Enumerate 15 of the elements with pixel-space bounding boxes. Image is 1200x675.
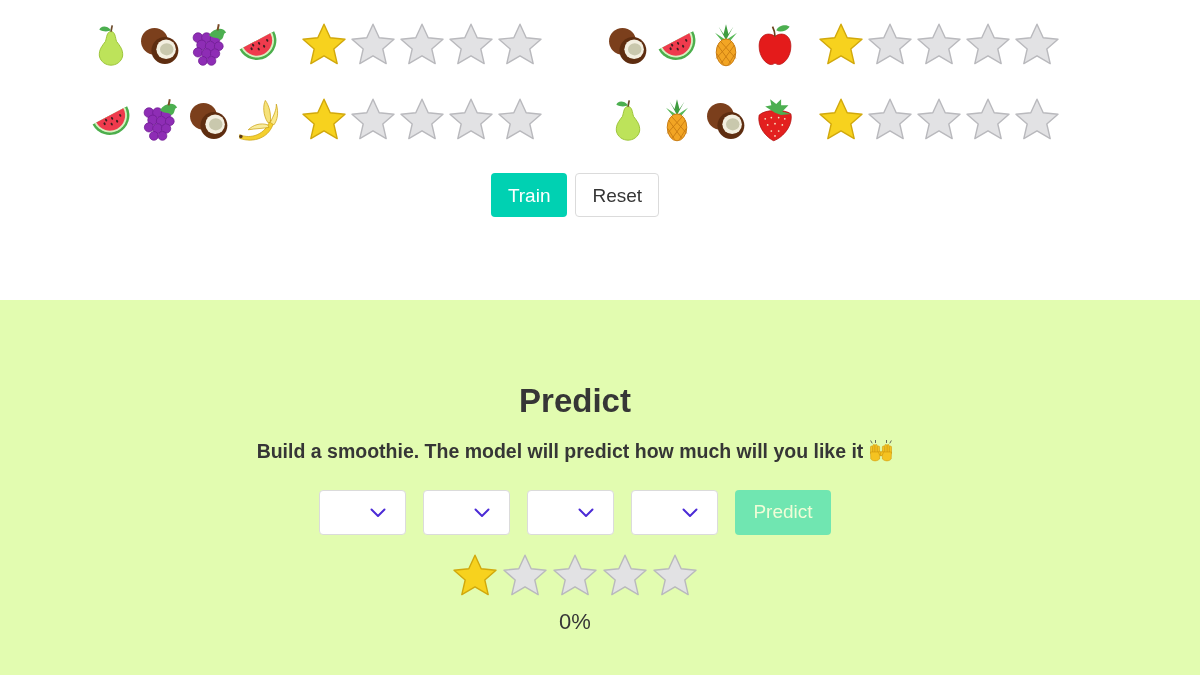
fruit-select[interactable] (319, 490, 406, 535)
chevron-down-icon (578, 507, 594, 518)
reset-button[interactable]: Reset (575, 173, 660, 217)
chevron-down-icon (474, 507, 490, 518)
chevron-down-icon (370, 507, 386, 518)
section-subtitle: Build a smoothie. The model will predict how much will you like it (256, 439, 864, 463)
prediction-percentage: 0% (559, 608, 591, 636)
fruit-select[interactable] (631, 490, 718, 535)
raising-hands-icon (869, 440, 894, 462)
fruit-select[interactable] (423, 490, 510, 535)
banana-icon (236, 98, 280, 142)
chevron-down-icon (682, 507, 698, 518)
train-button[interactable]: Train (490, 173, 568, 217)
section-title: Predict (519, 381, 631, 421)
fruit-select[interactable] (527, 490, 614, 535)
